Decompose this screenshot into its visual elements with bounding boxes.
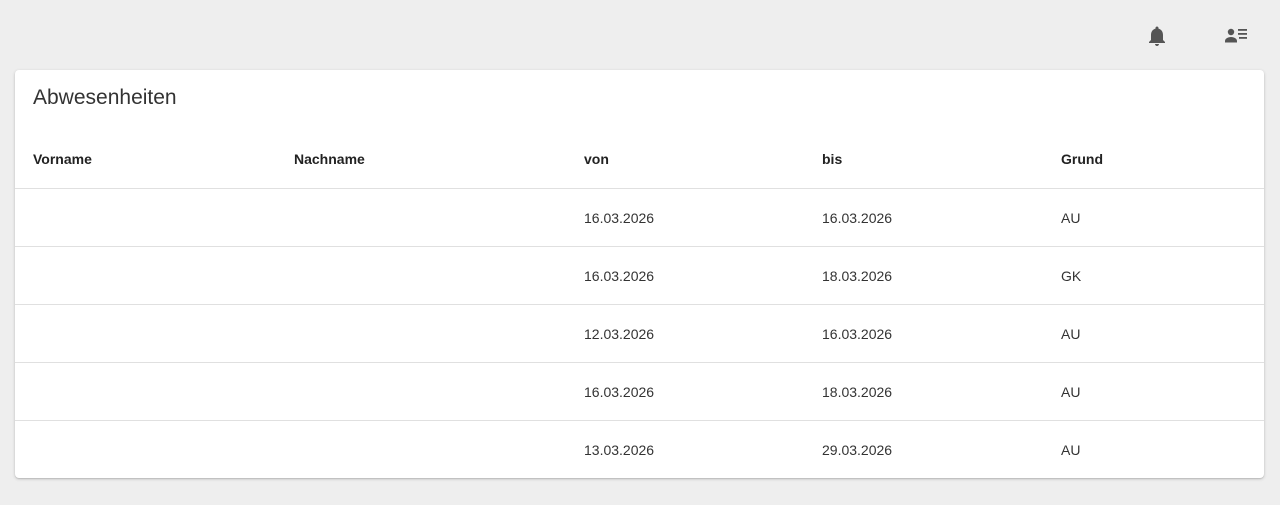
cell-vorname: [15, 362, 294, 421]
cell-nachname: [294, 304, 584, 363]
cell-von: 13.03.2026: [584, 441, 655, 458]
cell-nachname: [294, 421, 584, 479]
cell-von: 16.03.2026: [584, 188, 822, 247]
cell-grund: AU: [1061, 441, 1081, 458]
column-header-grund[interactable]: Grund: [1061, 130, 1264, 189]
table-row[interactable]: 13.03.2026 29.03.2026 AU: [15, 421, 1264, 479]
cell-von: 16.03.2026: [584, 362, 822, 421]
column-header-bis[interactable]: bis: [822, 130, 1061, 189]
notifications-button[interactable]: [1137, 16, 1177, 56]
cell-vorname: [15, 304, 294, 363]
table-row[interactable]: 12.03.2026 16.03.2026 AU: [15, 304, 1264, 363]
cell-grund: AU: [1061, 362, 1264, 421]
table-row[interactable]: 16.03.2026 18.03.2026 AU: [15, 362, 1264, 421]
cell-grund: AU: [1061, 188, 1264, 247]
cell-bis: 16.03.2026: [822, 188, 1061, 247]
column-header-vorname[interactable]: Vorname: [15, 130, 294, 189]
cell-von: 12.03.2026: [584, 304, 822, 363]
table-header-row: Vorname Nachname von bis Grund: [15, 130, 1264, 189]
cell-vorname: [15, 246, 294, 305]
cell-bis: 18.03.2026: [822, 362, 1061, 421]
table-row[interactable]: 16.03.2026 16.03.2026 AU: [15, 188, 1264, 247]
column-header-von[interactable]: von: [584, 130, 822, 189]
column-header-nachname[interactable]: Nachname: [294, 130, 584, 189]
absences-table: Vorname Nachname von bis Grund 16.03.202…: [15, 130, 1264, 478]
cell-von: 16.03.2026: [584, 246, 822, 305]
cell-vorname: [15, 188, 294, 247]
cell-bis: 16.03.2026: [822, 304, 1061, 363]
cell-vorname: [15, 421, 294, 479]
absences-card: Abwesenheiten Vorname Nachname von bis G…: [15, 70, 1264, 478]
cell-nachname: [294, 188, 584, 247]
profile-button[interactable]: [1217, 16, 1257, 56]
bell-icon: [1145, 24, 1169, 48]
card-title: Abwesenheiten: [33, 86, 177, 109]
cell-grund: AU: [1061, 304, 1264, 363]
cell-bis: 29.03.2026: [822, 441, 893, 458]
cell-nachname: [294, 362, 584, 421]
cell-grund: GK: [1061, 246, 1264, 305]
table-row[interactable]: 16.03.2026 18.03.2026 GK: [15, 246, 1264, 305]
top-bar: [0, 0, 1280, 70]
cell-nachname: [294, 246, 584, 305]
person-list-icon: [1224, 24, 1250, 48]
cell-bis: 18.03.2026: [822, 246, 1061, 305]
